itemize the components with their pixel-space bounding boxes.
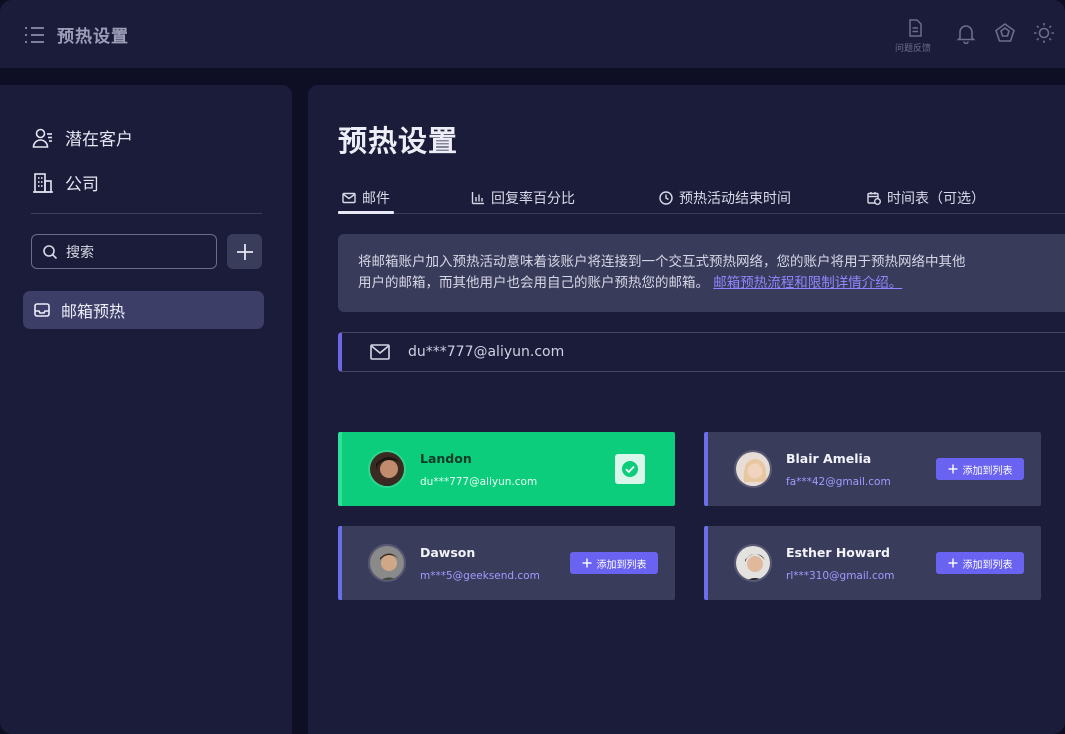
card-name: Dawson (420, 545, 476, 560)
app-title: 预热设置 (57, 27, 129, 47)
avatar (368, 450, 406, 488)
details-link[interactable]: 邮箱预热流程和限制详情介绍。 (713, 275, 902, 291)
account-card-blair-amelia[interactable]: Blair Amelia fa***42@gmail.com 添加到列表 (704, 432, 1041, 506)
sidebar-item-label: 潜在客户 (65, 130, 133, 150)
card-name: Landon (420, 451, 472, 466)
avatar (734, 450, 772, 488)
bar-chart-icon (471, 192, 484, 205)
info-text-line1: 将邮箱账户加入预热活动意味着该账户将连接到一个交互式预热网络，您的账户将用于预热… (358, 254, 966, 270)
sidebar-item-company[interactable]: 公司 (32, 170, 99, 195)
envelope-icon (370, 344, 390, 360)
add-to-list-label: 添加到列表 (962, 559, 1013, 571)
card-email: du***777@aliyun.com (420, 476, 538, 488)
calendar-clock-icon (867, 192, 881, 205)
card-name: Blair Amelia (786, 451, 872, 466)
tab-end-time[interactable]: 预热活动结束时间 (659, 188, 791, 208)
sidebar: 潜在客户 公司 搜索 邮箱预热 (0, 85, 292, 734)
selected-checkbox[interactable] (615, 454, 645, 484)
tab-label: 回复率百分比 (491, 191, 575, 207)
sidebar-item-mailbox-warmup[interactable]: 邮箱预热 (23, 291, 264, 329)
mail-icon (342, 192, 356, 204)
add-to-list-button[interactable]: 添加到列表 (936, 458, 1024, 480)
account-card-dawson[interactable]: Dawson m***5@geeksend.com 添加到列表 (338, 526, 675, 600)
avatar (368, 544, 406, 582)
info-box: 将邮箱账户加入预热活动意味着该账户将连接到一个交互式预热网络，您的账户将用于预热… (338, 234, 1065, 312)
account-selector[interactable]: du***777@aliyun.com (338, 332, 1065, 372)
search-icon (43, 244, 58, 259)
page-title: 预热设置 (338, 124, 459, 158)
gem-icon[interactable] (994, 22, 1016, 44)
card-email: rl***310@gmail.com (786, 570, 895, 582)
account-email: du***777@aliyun.com (408, 344, 565, 360)
clock-icon (659, 191, 673, 205)
top-bar: 预热设置 问题反馈 (0, 0, 1065, 68)
add-to-list-button[interactable]: 添加到列表 (570, 552, 658, 574)
check-circle-icon (622, 461, 638, 477)
add-to-list-label: 添加到列表 (962, 465, 1013, 477)
tab-reply-rate[interactable]: 回复率百分比 (471, 188, 575, 208)
plus-icon (948, 558, 957, 568)
search-placeholder: 搜索 (66, 244, 94, 261)
sidebar-item-leads[interactable]: 潜在客户 (32, 125, 133, 150)
card-email: m***5@geeksend.com (420, 570, 540, 582)
account-card-esther-howard[interactable]: Esther Howard rl***310@gmail.com 添加到列表 (704, 526, 1041, 600)
sidebar-item-label: 公司 (65, 175, 99, 195)
feedback-icon[interactable] (905, 18, 925, 38)
plus-icon (948, 464, 957, 474)
add-button[interactable] (227, 234, 262, 269)
sun-icon[interactable] (1033, 22, 1055, 44)
tab-label: 邮件 (362, 191, 390, 207)
card-email: fa***42@gmail.com (786, 476, 891, 488)
app-window: 预热设置 问题反馈 潜在客户 公司 搜索 邮箱预热 预热设置 邮件 回复率百分比… (0, 0, 1065, 734)
building-icon (33, 172, 53, 193)
card-name: Esther Howard (786, 545, 890, 560)
tab-label: 预热活动结束时间 (679, 191, 791, 207)
avatar (734, 544, 772, 582)
account-card-landon[interactable]: Landon du***777@aliyun.com (338, 432, 675, 506)
tab-label: 时间表（可选） (887, 191, 985, 207)
main-panel: 预热设置 邮件 回复率百分比 预热活动结束时间 时间表（可选） 将邮箱账户加入预… (308, 85, 1065, 734)
search-input[interactable]: 搜索 (31, 234, 217, 269)
user-list-icon (32, 128, 52, 148)
tab-bar: 邮件 回复率百分比 预热活动结束时间 时间表（可选） (338, 188, 1065, 214)
add-to-list-button[interactable]: 添加到列表 (936, 552, 1024, 574)
sidebar-item-label: 邮箱预热 (61, 302, 126, 321)
feedback-label[interactable]: 问题反馈 (895, 41, 931, 54)
bell-icon[interactable] (955, 22, 977, 44)
sidebar-divider (31, 213, 262, 214)
info-text-line2: 用户的邮箱，而其他用户也会用自己的账户预热您的邮箱。 (358, 275, 709, 291)
menu-icon[interactable] (24, 25, 46, 45)
inbox-icon (34, 303, 50, 317)
plus-icon (236, 243, 253, 260)
active-tab-indicator (338, 211, 394, 214)
add-to-list-label: 添加到列表 (596, 559, 647, 571)
tab-schedule[interactable]: 时间表（可选） (867, 188, 985, 208)
plus-icon (582, 558, 591, 568)
tab-mail[interactable]: 邮件 (342, 188, 390, 208)
